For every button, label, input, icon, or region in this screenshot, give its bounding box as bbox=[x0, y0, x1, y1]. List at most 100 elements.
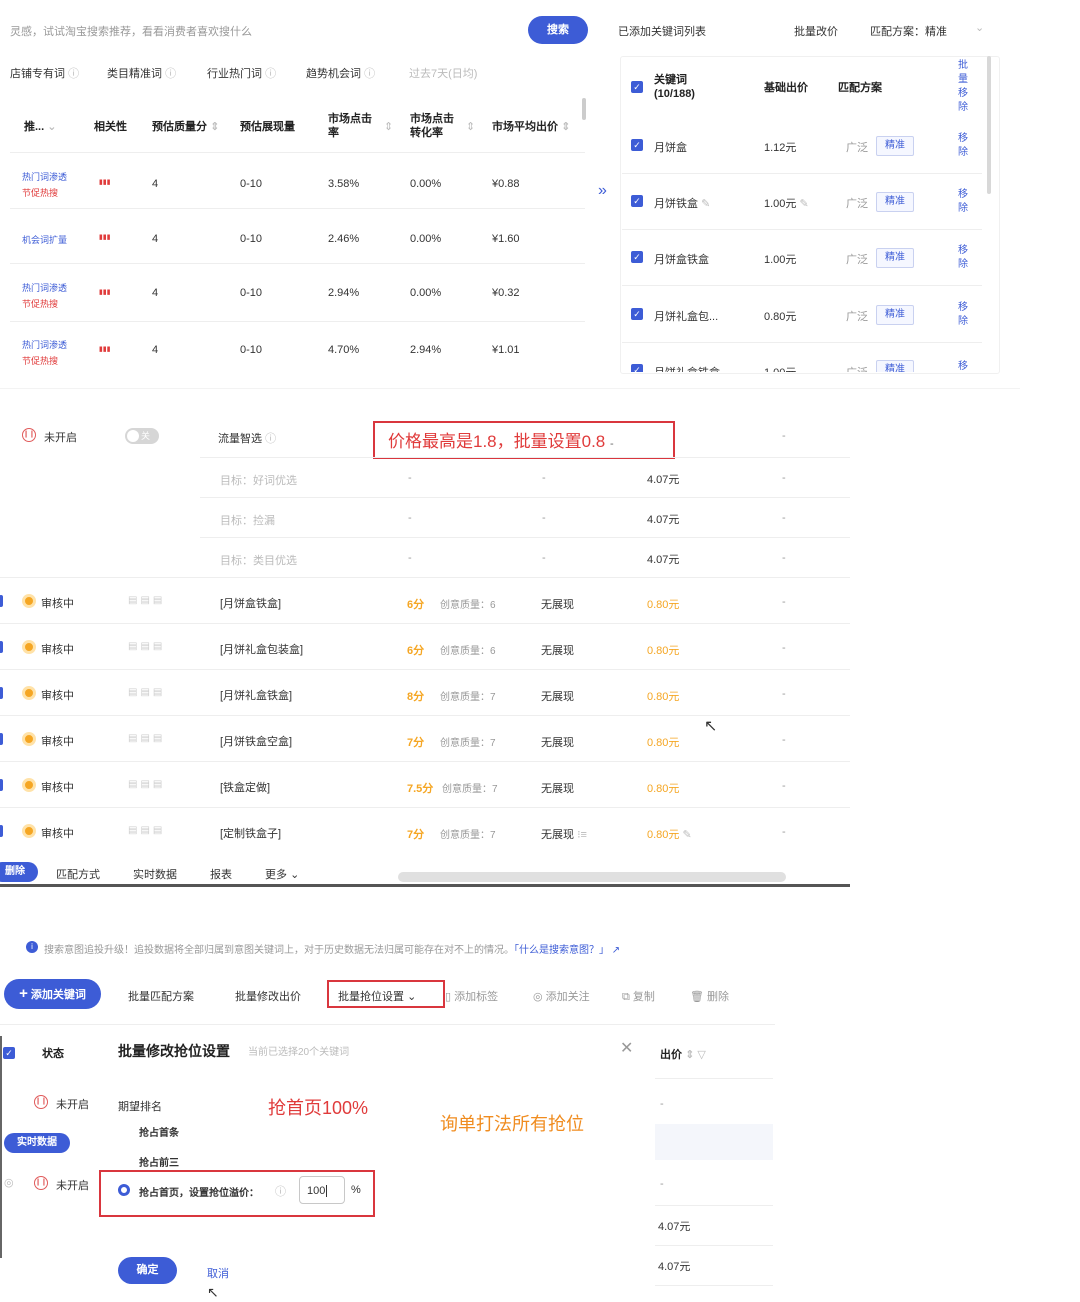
expand-icon[interactable]: ◎ bbox=[4, 1176, 14, 1189]
search-input[interactable]: 灵感，试试淘宝搜索推荐，看看消费者喜欢搜什么 bbox=[10, 23, 252, 39]
batch-rank-button[interactable]: 批量抢位设置 ⌄ bbox=[338, 988, 416, 1004]
row-checkbox[interactable] bbox=[0, 641, 3, 653]
select-all-checkbox[interactable]: ✓ bbox=[3, 1047, 15, 1059]
filter-icon[interactable]: ⁝≡ bbox=[577, 829, 587, 841]
tab-store-keywords[interactable]: 店铺专有词 ⓘ bbox=[10, 65, 79, 81]
remove-link[interactable]: 移除 bbox=[958, 244, 968, 272]
toggle-switch[interactable]: 关 bbox=[125, 428, 159, 444]
row-checkbox[interactable]: ✓ bbox=[631, 195, 643, 207]
report-button[interactable]: 报表 bbox=[210, 866, 232, 882]
radio-selected[interactable] bbox=[118, 1184, 130, 1196]
help-icon: ⓘ bbox=[364, 68, 376, 80]
scrollbar-thumb[interactable] bbox=[582, 98, 586, 120]
premium-input[interactable]: 100 bbox=[299, 1176, 345, 1204]
delete-button[interactable]: 🗑 删除 bbox=[690, 988, 729, 1004]
row-checkbox[interactable] bbox=[0, 687, 3, 699]
col-header-cvr[interactable]: 市场点击转化率 bbox=[410, 112, 462, 140]
broad-option[interactable]: 广泛 bbox=[846, 308, 868, 324]
period-select[interactable]: 过去7天(日均) bbox=[409, 65, 477, 81]
col-header-ctr[interactable]: 市场点击率 bbox=[328, 112, 378, 140]
batch-match-button[interactable]: 批量匹配方案 bbox=[128, 988, 194, 1004]
broad-option[interactable]: 广泛 bbox=[846, 251, 868, 267]
option-top3[interactable]: 抢占前三 bbox=[139, 1154, 179, 1169]
list-item[interactable]: ✓ 月饼礼盒铁盒 1.00元 广泛 精准 移 bbox=[622, 350, 982, 372]
close-icon[interactable]: ✕ bbox=[620, 1038, 633, 1058]
row-checkbox[interactable] bbox=[0, 733, 3, 745]
horizontal-scrollbar[interactable] bbox=[398, 872, 786, 882]
row-checkbox[interactable]: ✓ bbox=[631, 364, 643, 372]
col-header-recommend[interactable]: 推... ⌄ bbox=[24, 120, 56, 134]
row-checkbox[interactable] bbox=[0, 779, 3, 791]
more-button[interactable]: 更多 ⌄ bbox=[265, 866, 299, 882]
exact-option[interactable]: 精准 bbox=[876, 305, 914, 325]
batch-price-button[interactable]: 批量修改出价 bbox=[235, 988, 301, 1004]
bid-price[interactable]: 0.80元 bbox=[647, 642, 679, 658]
exact-option[interactable]: 精准 bbox=[876, 360, 914, 372]
batch-price-button[interactable]: 批量改价 bbox=[794, 23, 838, 39]
price-text[interactable]: 1.12元 bbox=[764, 139, 796, 155]
bid-price[interactable]: 0.80元 bbox=[647, 688, 679, 704]
bid-price[interactable]: 0.80元 bbox=[647, 780, 679, 796]
tab-trend-opportunity[interactable]: 趋势机会词 ⓘ bbox=[306, 65, 375, 81]
col-header-bid[interactable]: 出价 ⇕ ▽ bbox=[660, 1048, 706, 1062]
row-checkbox[interactable]: ✓ bbox=[631, 251, 643, 263]
price-text[interactable]: 1.00元 ✎ bbox=[764, 195, 809, 211]
cvr-value: 2.94% bbox=[410, 344, 442, 356]
confirm-button[interactable]: 确定 bbox=[118, 1257, 177, 1284]
sort-icon[interactable]: ⇕ bbox=[384, 120, 393, 133]
exposure-value: 0-10 bbox=[240, 344, 263, 356]
external-link-icon[interactable]: ↗ bbox=[612, 945, 620, 956]
tag-label: 热门词渗透 bbox=[22, 283, 68, 293]
row-checkbox[interactable] bbox=[0, 825, 3, 837]
bid-price[interactable]: 0.80元 bbox=[647, 596, 679, 612]
edit-icon[interactable]: ✎ bbox=[682, 829, 691, 841]
cancel-button[interactable]: 取消 bbox=[207, 1265, 229, 1281]
search-intent-link[interactable]: 「什么是搜索意图？」 bbox=[514, 945, 609, 956]
search-button[interactable]: 搜索 bbox=[528, 16, 588, 44]
expand-arrow-icon[interactable]: » bbox=[598, 182, 607, 200]
bid-price[interactable]: 0.80元 ✎ bbox=[647, 826, 692, 842]
tab-category-keywords[interactable]: 类目精准词 ⓘ bbox=[107, 65, 176, 81]
edit-icon[interactable]: ✎ bbox=[799, 198, 808, 210]
remove-link[interactable]: 移除 bbox=[958, 132, 968, 160]
broad-option[interactable]: 广泛 bbox=[846, 139, 868, 155]
option-first[interactable]: 抢占首条 bbox=[139, 1124, 179, 1139]
exact-option[interactable]: 精准 bbox=[876, 192, 914, 212]
bid-price[interactable]: 0.80元 bbox=[647, 734, 679, 750]
exact-option[interactable]: 精准 bbox=[876, 136, 914, 156]
broad-option[interactable]: 广泛 bbox=[846, 364, 868, 372]
add-follow-button[interactable]: ◎ 添加关注 bbox=[533, 988, 590, 1004]
ranking-text: 无展现 ⁝≡ bbox=[541, 829, 587, 841]
sort-icon[interactable]: ⇕ bbox=[466, 120, 475, 133]
batch-remove-link[interactable]: 批量移除 bbox=[958, 59, 970, 115]
remove-link[interactable]: 移除 bbox=[958, 188, 968, 216]
copy-button[interactable]: ⧉ 复制 bbox=[622, 988, 655, 1004]
ctr-value: 3.58% bbox=[328, 178, 360, 190]
scrollbar-thumb[interactable] bbox=[987, 56, 991, 194]
select-all-checkbox[interactable]: ✓ bbox=[631, 81, 643, 93]
delete-button[interactable]: 删除 bbox=[0, 862, 38, 882]
price-text[interactable]: 1.00元 bbox=[764, 251, 796, 267]
row-checkbox[interactable]: ✓ bbox=[631, 308, 643, 320]
row-checkbox[interactable]: ✓ bbox=[631, 139, 643, 151]
remove-link[interactable]: 移除 bbox=[958, 301, 968, 329]
col-header-avg-price[interactable]: 市场平均出价 ⇕ bbox=[492, 120, 570, 134]
price-text[interactable]: 0.80元 bbox=[764, 308, 796, 324]
edit-icon[interactable]: ✎ bbox=[701, 198, 710, 210]
add-keyword-button[interactable]: + 添加关键词 bbox=[4, 979, 101, 1009]
add-tag-button[interactable]: ▯ 添加标签 bbox=[445, 988, 498, 1004]
chevron-down-icon[interactable]: ⌄ bbox=[975, 21, 984, 34]
price-text[interactable]: 1.00元 bbox=[764, 364, 796, 372]
col-header-quality[interactable]: 预估质量分 ⇕ bbox=[152, 120, 219, 134]
tab-industry-hot[interactable]: 行业热门词 ⓘ bbox=[207, 65, 276, 81]
remove-link[interactable]: 移 bbox=[958, 357, 968, 372]
match-mode-button[interactable]: 匹配方式 bbox=[56, 866, 100, 882]
row-highlight bbox=[655, 1124, 773, 1160]
option-first-page[interactable]: 抢占首页，设置抢位溢价： bbox=[139, 1184, 259, 1199]
broad-option[interactable]: 广泛 bbox=[846, 195, 868, 211]
row-checkbox[interactable] bbox=[0, 595, 3, 607]
realtime-data-button[interactable]: 实时数据 bbox=[4, 1133, 70, 1153]
match-plan-select[interactable]: 匹配方案：精准 bbox=[870, 23, 947, 39]
exact-option[interactable]: 精准 bbox=[876, 248, 914, 268]
realtime-data-button[interactable]: 实时数据 bbox=[133, 866, 177, 882]
